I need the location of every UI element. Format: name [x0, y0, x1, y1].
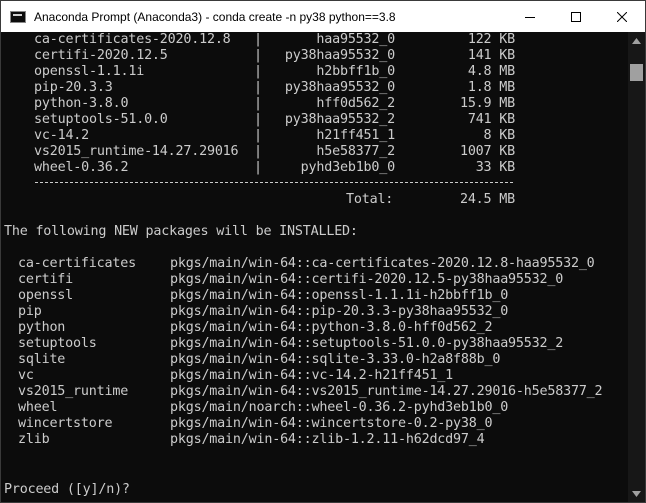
install-package-name: certifi — [18, 272, 74, 287]
install-package-name: wincertstore — [18, 416, 113, 431]
install-package-spec: pkgs/main/win-64::openssl-1.1.1i-h2bbff1… — [170, 288, 509, 303]
install-package-name: vs2015_runtime — [18, 384, 129, 399]
package-build: h21ff451_1 — [316, 128, 395, 143]
proceed-prompt: Proceed ([y]/n)? — [4, 482, 130, 497]
package-build: h5e58377_2 — [316, 144, 395, 159]
table-separator — [35, 182, 513, 183]
package-file-name: vs2015_runtime-14.27.29016 — [34, 144, 239, 159]
install-package-spec: pkgs/main/win-64::wincertstore-0.2-py38_… — [170, 416, 493, 431]
package-build: haa95532_0 — [316, 32, 395, 47]
scroll-down-button[interactable] — [628, 485, 645, 502]
terminal-window: Anaconda Prompt (Anaconda3) - conda crea… — [0, 0, 646, 503]
total-size: 24.5 MB — [459, 192, 515, 207]
package-size: 741 KB — [467, 112, 515, 127]
arrow-down-icon — [632, 490, 641, 497]
package-size: 4.8 MB — [467, 64, 515, 79]
package-size: 122 KB — [467, 32, 515, 47]
package-size: 15.9 MB — [459, 96, 515, 111]
package-file-name: wheel-0.36.2 — [34, 160, 129, 175]
install-package-name: sqlite — [18, 352, 66, 367]
install-package-name: pip — [18, 304, 42, 319]
terminal-app-icon — [10, 10, 26, 23]
package-build: hff0d562_2 — [316, 96, 395, 111]
package-size: 8 KB — [483, 128, 516, 143]
install-package-spec: pkgs/main/win-64::zlib-1.2.11-h62dcd97_4 — [170, 432, 485, 447]
close-button[interactable] — [599, 1, 645, 32]
install-package-spec: pkgs/main/win-64::pip-20.3.3-py38haa9553… — [170, 304, 509, 319]
install-package-name: openssl — [18, 288, 74, 303]
package-build: h2bbff1b_0 — [316, 64, 395, 79]
scroll-up-button[interactable] — [628, 32, 645, 49]
arrow-up-icon — [632, 37, 641, 44]
install-package-name: vc — [18, 368, 34, 383]
window-title: Anaconda Prompt (Anaconda3) - conda crea… — [34, 9, 396, 24]
close-icon — [617, 11, 627, 22]
install-package-spec: pkgs/main/noarch::wheel-0.36.2-pyhd3eb1b… — [170, 400, 509, 415]
console-output[interactable]: ca-certificates-2020.12.8 | haa95532_0 122 … — [1, 32, 629, 502]
install-package-spec: pkgs/main/win-64::sqlite-3.33.0-h2a8f88b… — [170, 352, 501, 367]
install-package-spec: pkgs/main/win-64::vs2015_runtime-14.27.2… — [170, 384, 603, 399]
title-bar[interactable]: Anaconda Prompt (Anaconda3) - conda crea… — [1, 1, 645, 32]
install-package-name: setuptools — [18, 336, 97, 351]
install-package-name: wheel — [18, 400, 58, 415]
minimize-button[interactable] — [507, 1, 553, 32]
total-label: Total: — [346, 192, 394, 207]
install-header: The following NEW packages will be INSTA… — [4, 224, 358, 239]
window-controls — [507, 1, 645, 32]
package-size: 33 KB — [475, 160, 516, 175]
package-file-name: python-3.8.0 — [34, 96, 129, 111]
package-file-name: vc-14.2 — [34, 128, 90, 143]
install-package-spec: pkgs/main/win-64::vc-14.2-h21ff451_1 — [170, 368, 454, 383]
package-size: 141 KB — [467, 48, 515, 63]
install-package-spec: pkgs/main/win-64::certifi-2020.12.5-py38… — [170, 272, 564, 287]
install-package-spec: pkgs/main/win-64::ca-certificates-2020.1… — [170, 256, 595, 271]
install-package-spec: pkgs/main/win-64::python-3.8.0-hff0d562_… — [170, 320, 493, 335]
package-build: py38haa95532_0 — [284, 80, 395, 95]
install-package-name: ca-certificates — [18, 256, 136, 271]
maximize-button[interactable] — [553, 1, 599, 32]
package-file-name: certifi-2020.12.5 — [34, 48, 168, 63]
package-build: py38haa95532_0 — [284, 48, 395, 63]
maximize-icon — [571, 11, 581, 22]
vertical-scrollbar[interactable] — [628, 32, 645, 502]
minimize-icon — [525, 16, 535, 18]
scrollbar-thumb[interactable] — [630, 64, 643, 81]
package-file-name: setuptools-51.0.0 — [34, 112, 168, 127]
install-package-name: zlib — [18, 432, 50, 447]
package-build: pyhd3eb1b0_0 — [300, 160, 396, 175]
package-file-name: pip-20.3.3 — [34, 80, 113, 95]
package-build: py38haa95532_2 — [284, 112, 395, 127]
install-package-spec: pkgs/main/win-64::setuptools-51.0.0-py38… — [170, 336, 564, 351]
package-file-name: openssl-1.1.1i — [34, 64, 145, 79]
package-size: 1007 KB — [459, 144, 515, 159]
install-package-name: python — [18, 320, 66, 335]
package-file-name: ca-certificates-2020.12.8 — [34, 32, 231, 47]
package-size: 1.8 MB — [467, 80, 515, 95]
